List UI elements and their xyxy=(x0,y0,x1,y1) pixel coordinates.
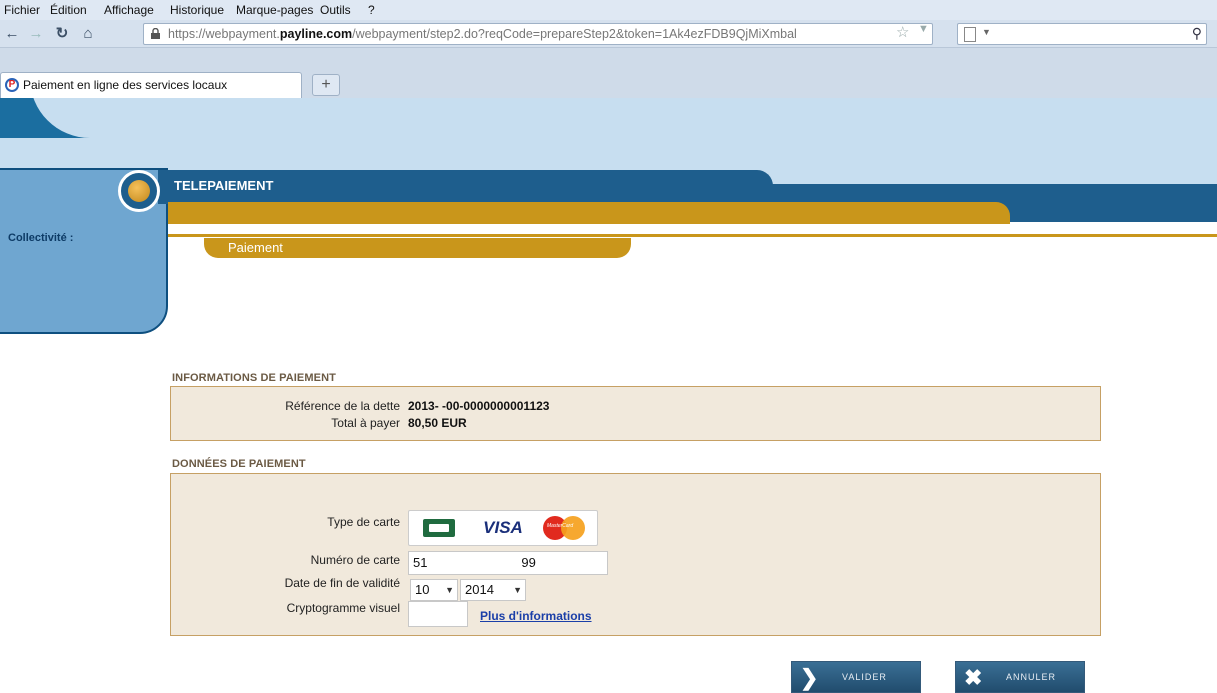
chevron-down-icon: ▼ xyxy=(513,585,522,595)
tab-paiement-section[interactable]: Paiement xyxy=(204,238,631,258)
card-type-selector: VISA MasterCard xyxy=(408,510,598,546)
address-bar[interactable]: https://webpayment.payline.com/webpaymen… xyxy=(143,23,933,45)
search-engine-dropdown-icon[interactable]: ▼ xyxy=(982,27,991,37)
url-domain: payline.com xyxy=(279,27,353,41)
search-icon[interactable]: ⚲ xyxy=(1192,25,1202,42)
menu-help[interactable]: ? xyxy=(368,3,375,17)
header-curve xyxy=(30,98,1217,138)
mastercard-label: MasterCard xyxy=(547,523,574,529)
forward-icon[interactable]: → xyxy=(26,24,46,44)
cancel-button[interactable]: ✖ ANNULER xyxy=(955,661,1085,693)
payment-data-title: DONNÉES DE PAIEMENT xyxy=(172,458,306,470)
cvv-input[interactable] xyxy=(408,601,468,627)
menu-outils[interactable]: Outils xyxy=(320,3,351,17)
mastercard-card-icon[interactable]: MasterCard xyxy=(541,515,593,541)
home-icon[interactable]: ⌂ xyxy=(78,24,98,44)
card-number-input[interactable]: 51 99 xyxy=(408,551,608,575)
menu-edition[interactable]: Édition xyxy=(50,3,87,17)
browser-navbar: ← → ↻ ⌂ https://webpayment.payline.com/w… xyxy=(0,20,1217,48)
payline-favicon-icon: P xyxy=(5,78,19,92)
gold-divider xyxy=(168,234,1217,237)
expiry-label: Date de fin de validité xyxy=(284,576,400,590)
payment-info-box xyxy=(170,386,1101,441)
visa-card-icon[interactable]: VISA xyxy=(471,515,535,541)
total-value: 80,50 EUR xyxy=(408,416,467,430)
menu-fichier[interactable]: Fichier xyxy=(4,3,40,17)
url-prefix: https://webpayment. xyxy=(168,27,280,41)
validate-button[interactable]: ❯ VALIDER xyxy=(791,661,921,693)
page-title: TELEPAIEMENT xyxy=(174,178,274,193)
search-input[interactable]: ▼ ⚲ xyxy=(957,23,1207,45)
menu-affichage[interactable]: Affichage xyxy=(104,3,154,17)
more-info-link[interactable]: Plus d'informations xyxy=(480,609,592,623)
orb-logo-icon xyxy=(118,170,160,212)
search-engine-icon[interactable] xyxy=(964,27,976,42)
expiry-month-select[interactable]: 10 ▼ xyxy=(410,579,458,601)
cb-card-icon[interactable] xyxy=(415,515,463,541)
bookmark-star-icon[interactable]: ☆ xyxy=(896,23,909,41)
url-dropdown-icon[interactable]: ▼ xyxy=(918,23,929,35)
tab-paiement[interactable]: P Paiement en ligne des services locaux xyxy=(0,72,302,98)
chevron-down-icon: ▼ xyxy=(445,585,454,595)
cvv-label: Cryptogramme visuel xyxy=(286,601,400,615)
card-type-label: Type de carte xyxy=(327,515,400,529)
menu-historique[interactable]: Historique xyxy=(170,3,224,17)
gold-bar xyxy=(168,202,1010,224)
total-label: Total à payer xyxy=(331,416,400,430)
close-icon: ✖ xyxy=(964,665,984,690)
reference-value: 2013- -00-0000000001123 xyxy=(408,399,550,413)
tab-title: Paiement en ligne des services locaux xyxy=(23,78,228,92)
collectivite-label: Collectivité : xyxy=(8,232,74,244)
url-path: /webpayment/step2.do?reqCode=prepareStep… xyxy=(352,27,797,41)
cancel-label: ANNULER xyxy=(1006,672,1057,682)
lock-icon xyxy=(151,28,160,39)
card-number-label: Numéro de carte xyxy=(310,553,400,567)
new-tab-button[interactable]: + xyxy=(312,74,340,96)
browser-tabbar: P Paiement en ligne des services locaux … xyxy=(0,48,1217,98)
arrow-right-icon: ❯ xyxy=(800,665,820,690)
reload-icon[interactable]: ↻ xyxy=(52,24,72,44)
reference-label: Référence de la dette xyxy=(285,399,400,413)
payment-info-title: INFORMATIONS DE PAIEMENT xyxy=(172,372,336,384)
back-icon[interactable]: ← xyxy=(2,24,22,44)
browser-menubar: Fichier Édition Affichage Historique Mar… xyxy=(0,0,1217,20)
validate-label: VALIDER xyxy=(842,672,887,682)
expiry-month-value: 10 xyxy=(415,582,430,597)
expiry-year-value: 2014 xyxy=(465,582,494,597)
menu-marque-pages[interactable]: Marque-pages xyxy=(236,3,313,17)
expiry-year-select[interactable]: 2014 ▼ xyxy=(460,579,526,601)
